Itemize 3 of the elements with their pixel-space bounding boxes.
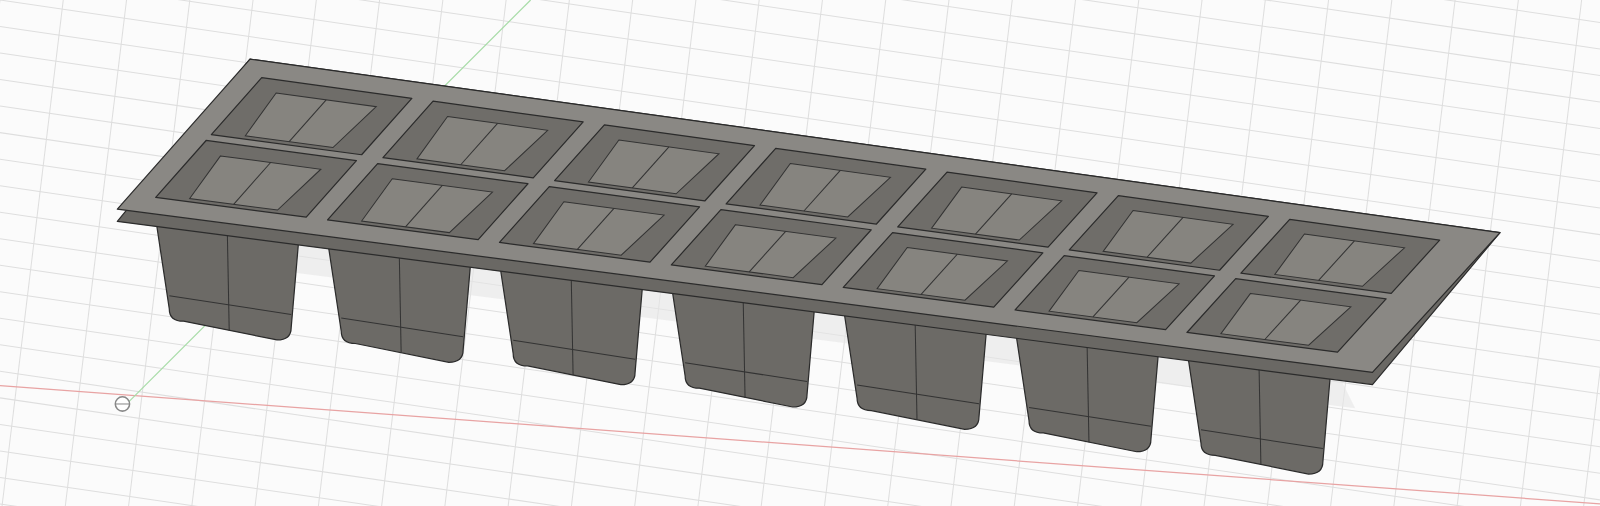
cad-viewport[interactable] (0, 0, 1600, 506)
origin-marker-icon[interactable] (114, 396, 131, 412)
ice-cube-tray-drawing[interactable] (116, 58, 1501, 475)
